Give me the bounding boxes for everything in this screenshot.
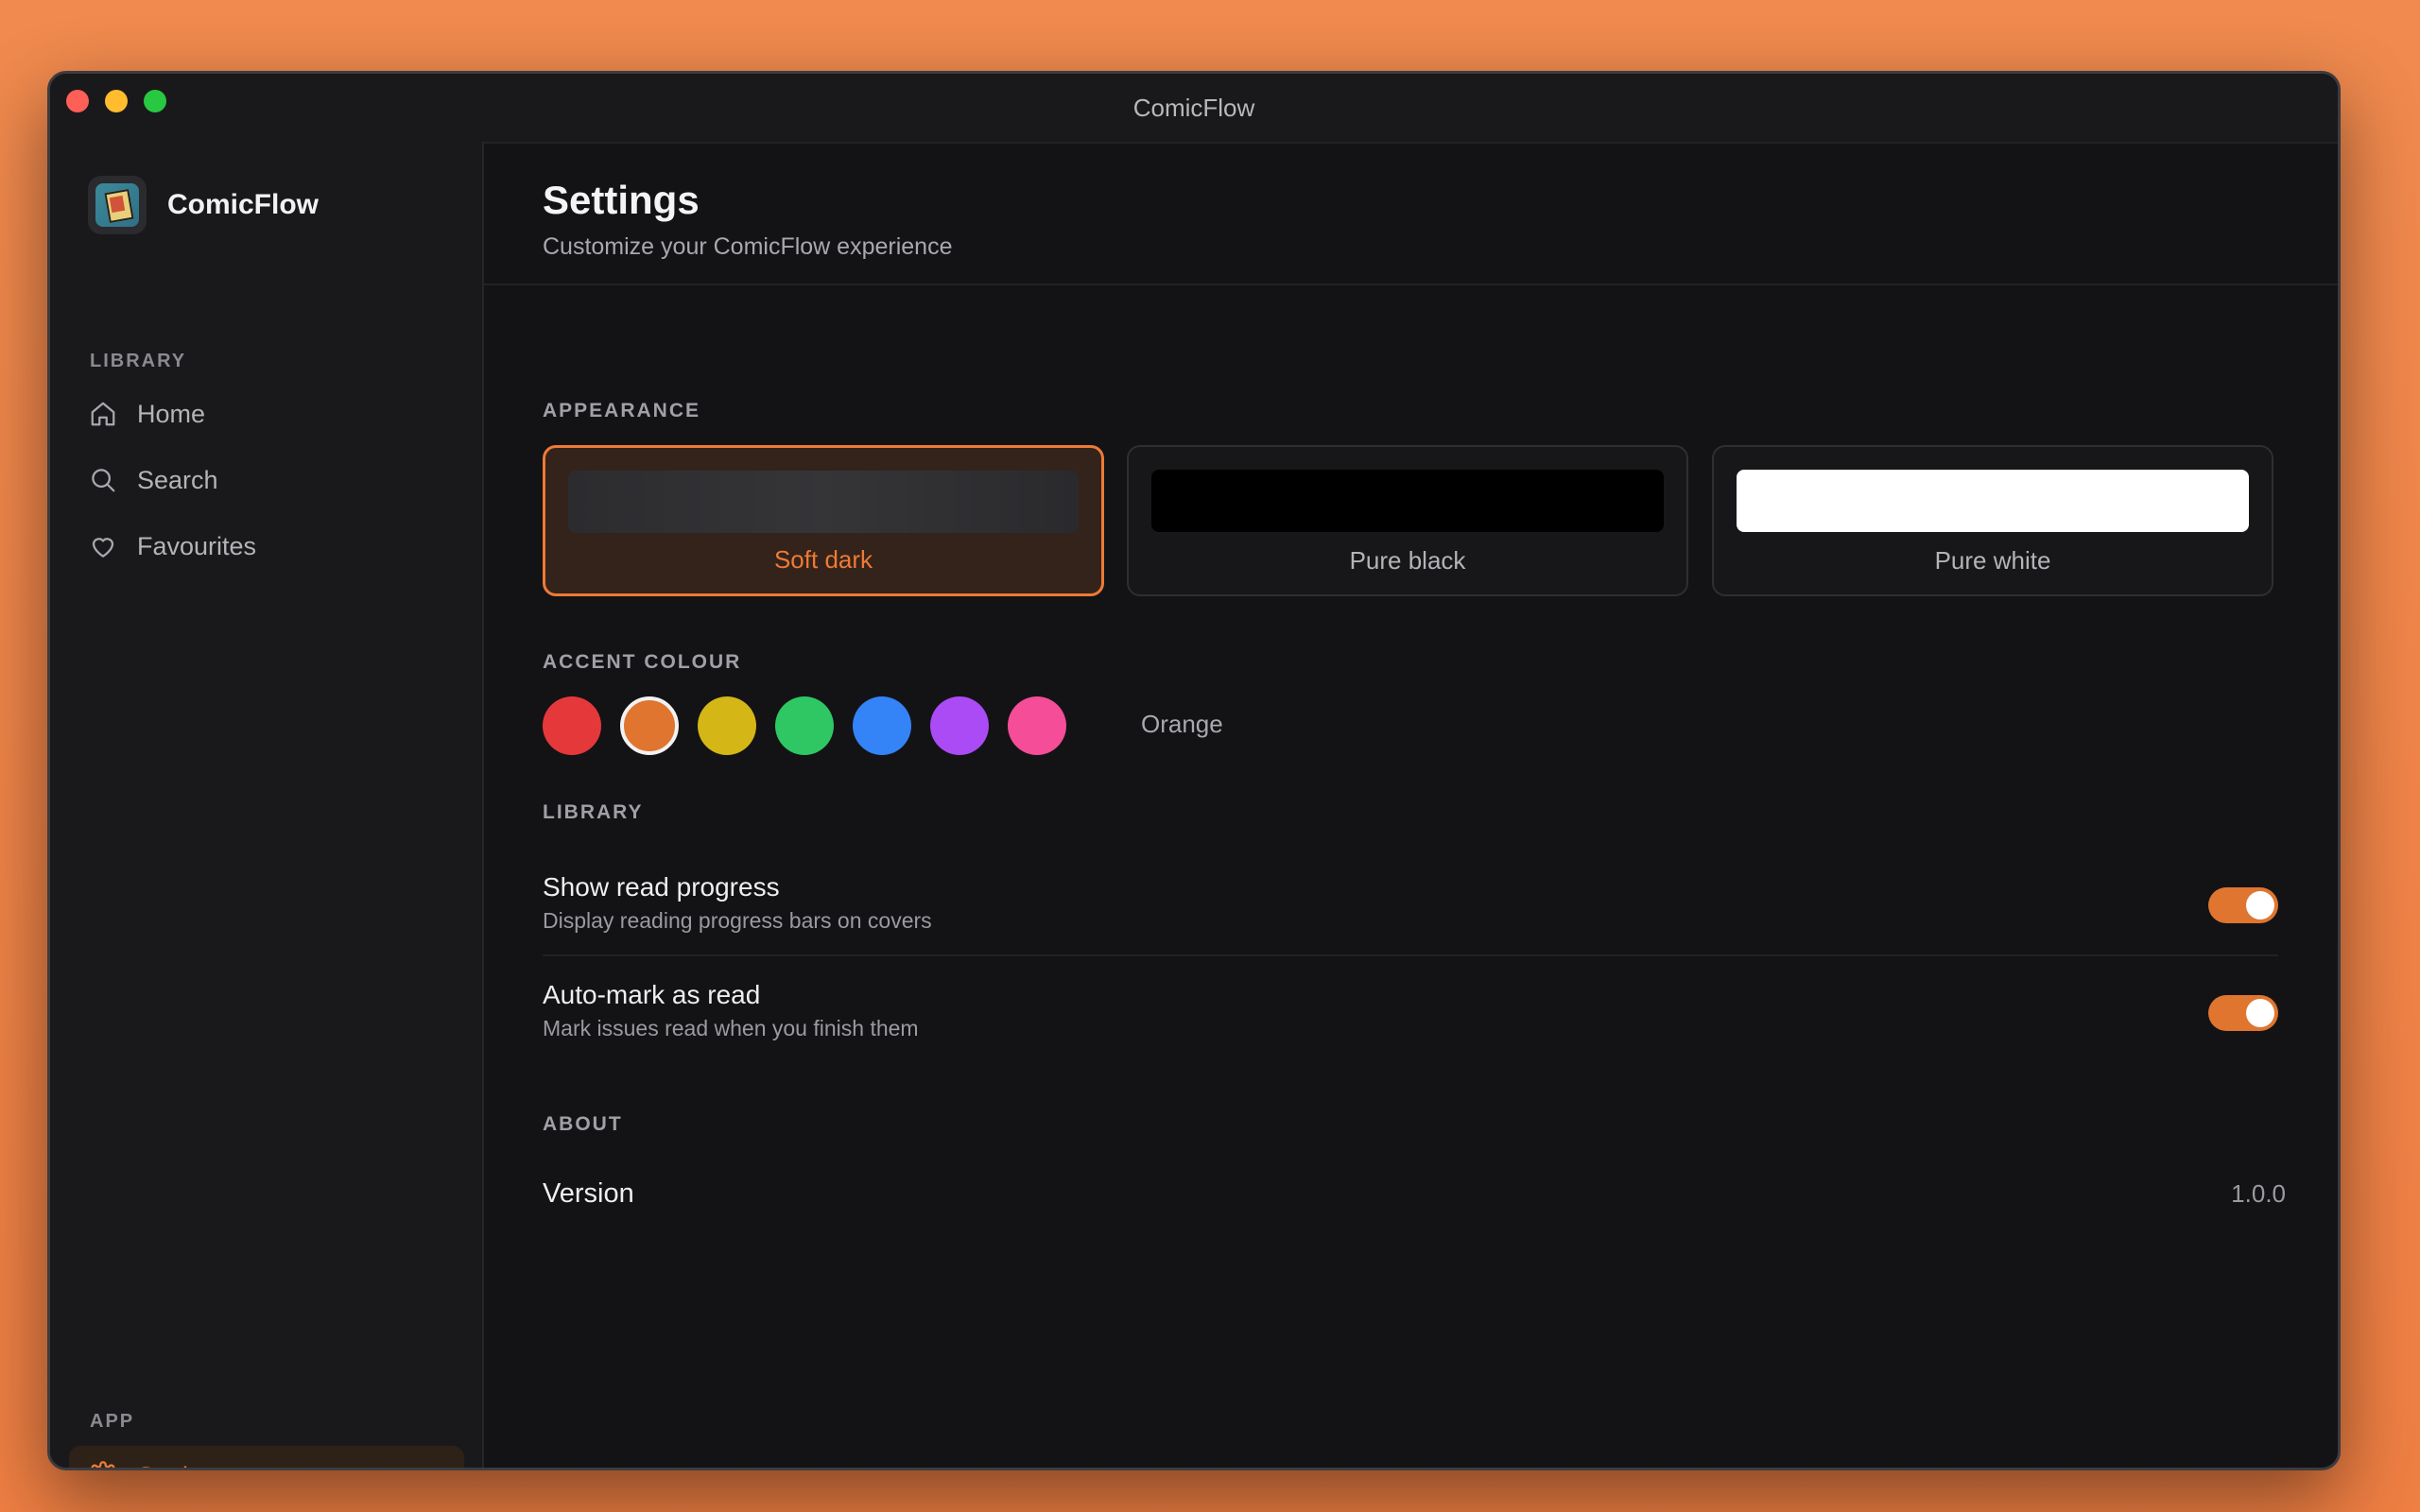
sidebar-item-label: Home: [137, 399, 206, 428]
library-section-label: LIBRARY: [543, 801, 644, 823]
page-title: Settings: [543, 178, 700, 222]
accent-swatch-green[interactable]: [775, 696, 834, 755]
accent-swatch-blue[interactable]: [853, 696, 911, 755]
accent-selected-name: Orange: [1141, 710, 1223, 738]
heart-icon: [88, 531, 118, 561]
window-title: ComicFlow: [1132, 94, 1255, 122]
appearance-section-label: APPEARANCE: [543, 400, 701, 421]
setting-show-read-progress: Show read progress Display reading progr…: [543, 859, 2278, 963]
theme-swatch: [1737, 470, 2249, 532]
accent-swatch-red[interactable]: [543, 696, 601, 755]
show-read-progress-toggle[interactable]: [2208, 887, 2278, 923]
sidebar: ComicFlow LIBRARY Home Search Favourites…: [50, 142, 484, 1468]
accent-section-label: ACCENT COLOUR: [543, 651, 742, 673]
auto-mark-read-toggle[interactable]: [2208, 995, 2278, 1031]
setting-title: Auto-mark as read: [543, 980, 761, 1009]
brand: ComicFlow: [88, 176, 319, 234]
sidebar-item-label: Search: [137, 465, 218, 494]
accent-swatch-orange[interactable]: [620, 696, 679, 755]
theme-label: Pure black: [1349, 546, 1466, 575]
setting-auto-mark-read: Auto-mark as read Mark issues read when …: [543, 967, 2278, 1071]
page-subtitle: Customize your ComicFlow experience: [543, 233, 953, 260]
app-logo-icon: [88, 176, 147, 234]
version-value: 1.0.0: [2231, 1179, 2286, 1208]
title-bar[interactable]: ComicFlow: [50, 74, 2338, 144]
row-divider: [543, 954, 2278, 956]
theme-option-pure-black[interactable]: Pure black: [1127, 445, 1688, 596]
app-window: ComicFlow ComicFlow LIBRARY Home Search …: [47, 71, 2341, 1470]
about-section-label: ABOUT: [543, 1113, 623, 1135]
accent-swatch-pink[interactable]: [1008, 696, 1066, 755]
search-icon: [88, 465, 118, 495]
sidebar-item-label: Settings: [137, 1462, 230, 1469]
setting-title: Show read progress: [543, 872, 780, 902]
sidebar-item-settings[interactable]: Settings: [69, 1446, 464, 1469]
theme-swatch: [568, 471, 1079, 533]
app-name: ComicFlow: [167, 189, 320, 220]
theme-option-pure-white[interactable]: Pure white: [1712, 445, 2273, 596]
sidebar-section-library: LIBRARY: [90, 351, 187, 371]
setting-description: Display reading progress bars on covers: [543, 908, 932, 933]
sidebar-item-search[interactable]: Search: [69, 450, 464, 510]
sidebar-item-home[interactable]: Home: [69, 384, 464, 444]
theme-option-soft-dark[interactable]: Soft dark: [543, 445, 1104, 596]
theme-swatch: [1151, 470, 1664, 532]
page-header: Settings Customize your ComicFlow experi…: [484, 142, 2338, 285]
theme-label: Soft dark: [773, 545, 873, 574]
gear-icon: [88, 1461, 118, 1468]
theme-label: Pure white: [1934, 546, 2051, 575]
sidebar-section-app: APP: [90, 1411, 135, 1432]
home-icon: [88, 399, 118, 429]
setting-description: Mark issues read when you finish them: [543, 1016, 919, 1040]
sidebar-item-label: Favourites: [137, 531, 257, 560]
settings-main: Settings Customize your ComicFlow experi…: [484, 142, 2338, 1468]
sidebar-item-favourites[interactable]: Favourites: [69, 516, 464, 576]
version-label: Version: [543, 1178, 634, 1209]
accent-swatch-purple[interactable]: [930, 696, 989, 755]
accent-swatch-yellow[interactable]: [698, 696, 756, 755]
